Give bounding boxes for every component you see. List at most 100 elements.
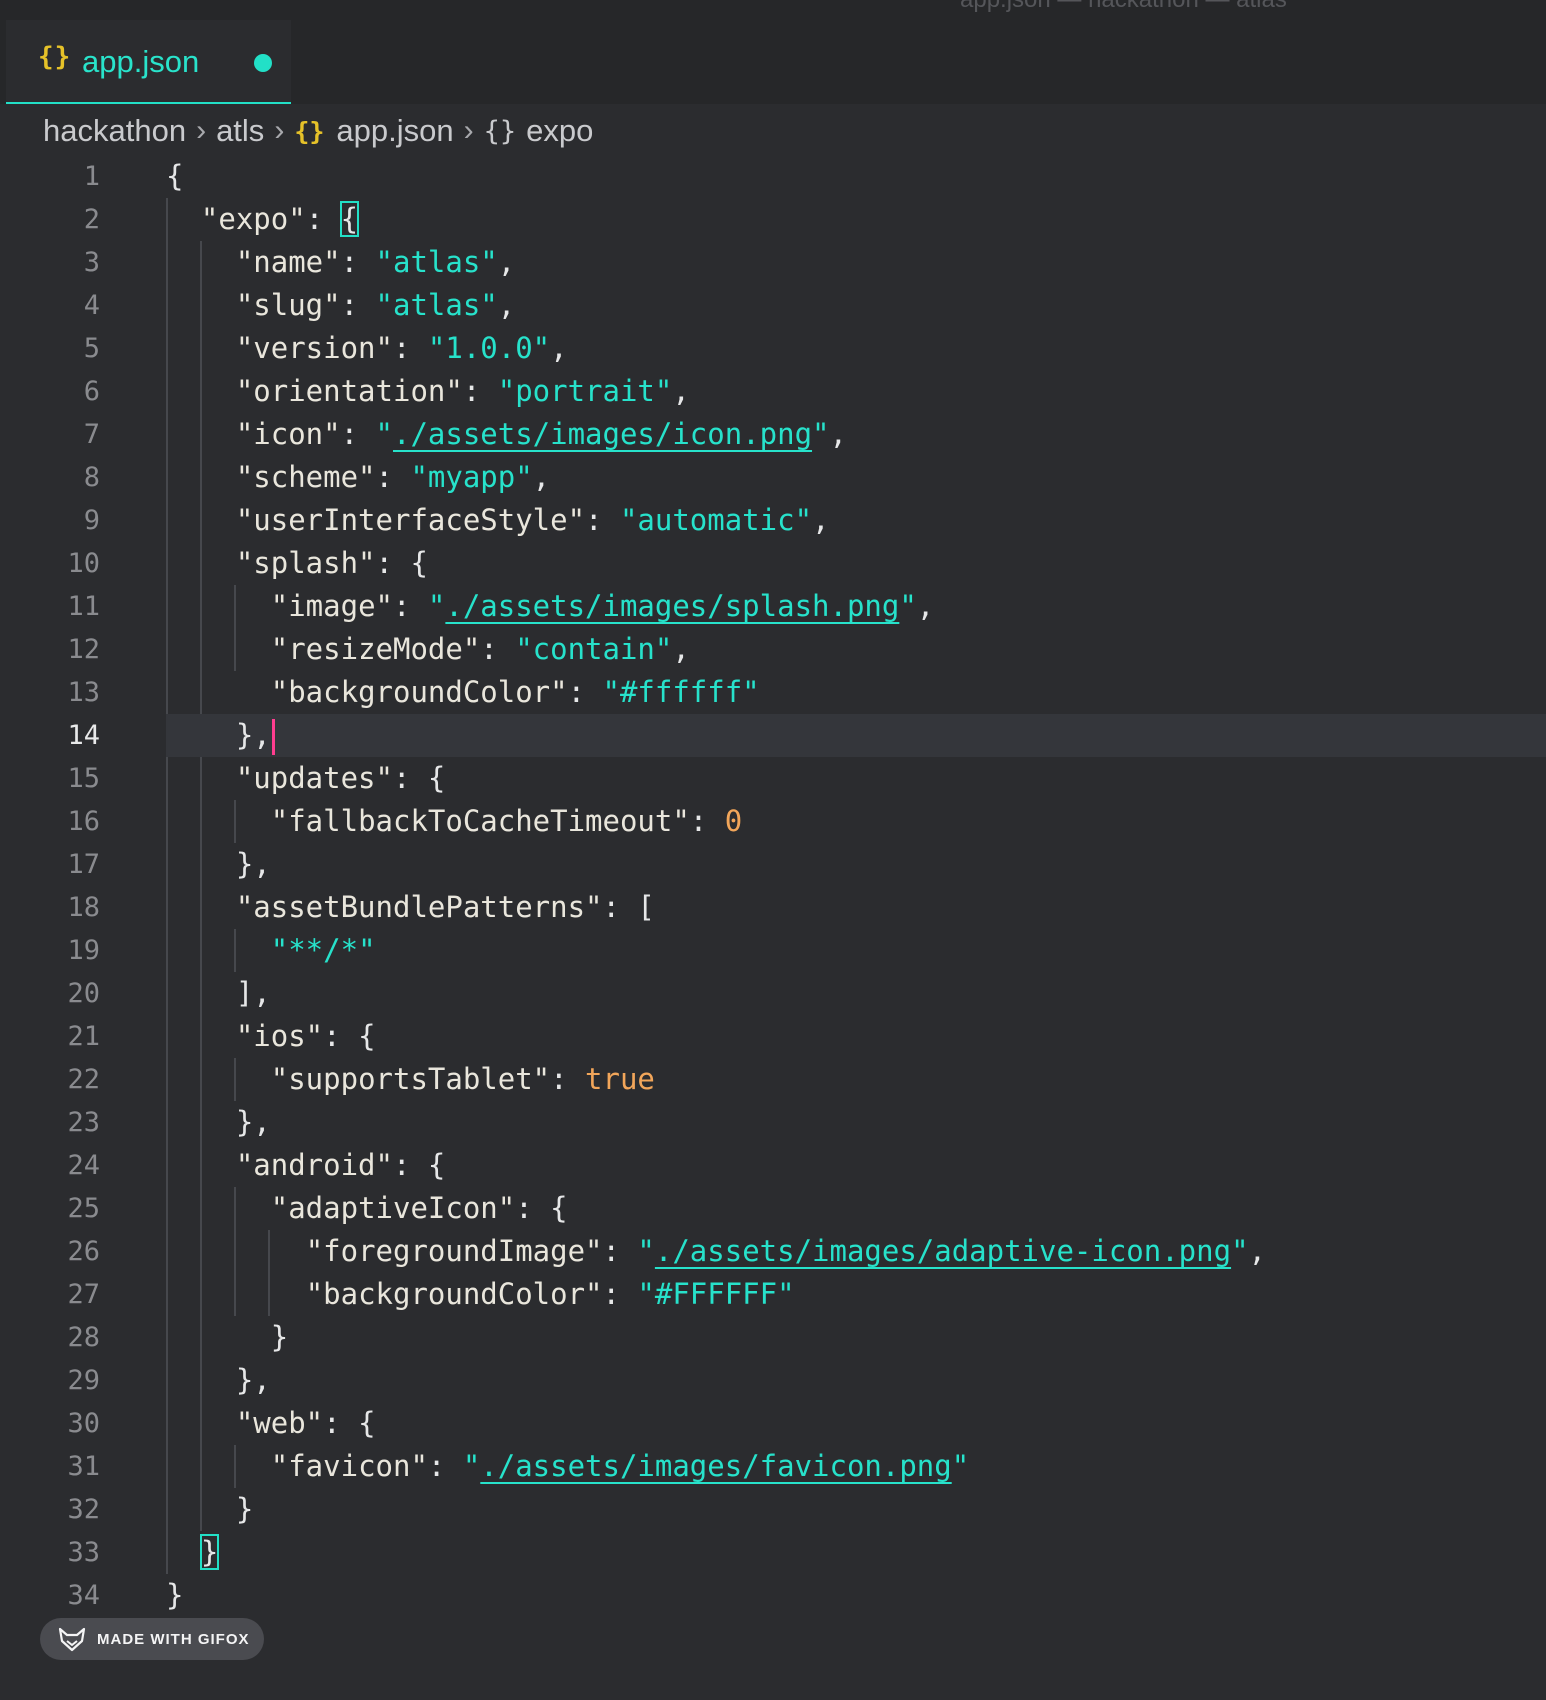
json-braces-icon: {} bbox=[294, 116, 325, 146]
code-line[interactable]: "favicon": "./assets/images/favicon.png" bbox=[166, 1445, 969, 1488]
code-line[interactable]: { bbox=[166, 155, 183, 198]
code-line[interactable]: } bbox=[166, 1316, 288, 1359]
file-path-link[interactable]: ./assets/images/splash.png bbox=[445, 589, 899, 623]
json-key: "name" bbox=[235, 245, 341, 279]
code-line[interactable]: } bbox=[166, 1488, 253, 1531]
line-number: 8 bbox=[83, 462, 100, 493]
code-line[interactable]: "backgroundColor": "#FFFFFF" bbox=[166, 1273, 795, 1316]
line-number: 29 bbox=[67, 1365, 100, 1396]
breadcrumb-item-atls[interactable]: atls bbox=[216, 113, 264, 149]
text-cursor bbox=[271, 719, 275, 755]
code-line[interactable]: "resizeMode": "contain", bbox=[166, 628, 690, 671]
line-number: 9 bbox=[83, 505, 100, 536]
json-key: "resizeMode" bbox=[270, 632, 481, 666]
code-line[interactable]: "name": "atlas", bbox=[166, 241, 515, 284]
json-key: "adaptiveIcon" bbox=[270, 1191, 516, 1225]
line-number: 12 bbox=[67, 634, 100, 665]
code-line[interactable]: "icon": "./assets/images/icon.png", bbox=[166, 413, 847, 456]
json-key: "splash" bbox=[235, 546, 376, 580]
code-line[interactable]: "expo": { bbox=[166, 198, 360, 241]
code-line[interactable]: "slug": "atlas", bbox=[166, 284, 515, 327]
line-number-active: 14 bbox=[67, 720, 100, 751]
json-key: "foregroundImage" bbox=[305, 1234, 603, 1268]
json-boolean: true bbox=[585, 1062, 655, 1096]
json-punct: }, bbox=[235, 718, 271, 752]
line-number: 17 bbox=[67, 849, 100, 880]
line-number: 11 bbox=[67, 591, 100, 622]
code-line[interactable]: "image": "./assets/images/splash.png", bbox=[166, 585, 935, 628]
chevron-right-icon: › bbox=[274, 114, 285, 147]
json-key: "scheme" bbox=[235, 460, 376, 494]
json-key: "fallbackToCacheTimeout" bbox=[270, 804, 690, 838]
bracket-match: { bbox=[339, 201, 360, 237]
json-key: "web" bbox=[235, 1406, 324, 1440]
line-number: 27 bbox=[67, 1279, 100, 1310]
title-bar: app.json — hackathon — atlas bbox=[0, 0, 1546, 20]
editor-window: app.json — hackathon — atlas {} app.json… bbox=[0, 0, 1546, 1700]
code-line[interactable]: "userInterfaceStyle": "automatic", bbox=[166, 499, 830, 542]
file-path-link[interactable]: ./assets/images/adaptive-icon.png bbox=[655, 1234, 1231, 1268]
json-punct: : bbox=[305, 202, 341, 236]
code-line[interactable]: "splash": { bbox=[166, 542, 428, 585]
json-punct: { bbox=[166, 159, 184, 193]
json-key: "favicon" bbox=[270, 1449, 428, 1483]
unsaved-dot-icon[interactable] bbox=[254, 54, 272, 72]
json-key: "version" bbox=[235, 331, 393, 365]
code-line[interactable]: "supportsTablet": true bbox=[166, 1058, 655, 1101]
code-line[interactable]: }, bbox=[166, 843, 271, 886]
code-line[interactable]: }, bbox=[166, 1359, 271, 1402]
bracket-match: } bbox=[199, 1534, 220, 1570]
tab-label: app.json bbox=[82, 44, 200, 79]
code-line[interactable]: "scheme": "myapp", bbox=[166, 456, 550, 499]
code-line[interactable]: }, bbox=[166, 1101, 271, 1144]
json-string: "atlas" bbox=[375, 245, 498, 279]
json-number: 0 bbox=[724, 804, 743, 838]
line-number: 25 bbox=[67, 1193, 100, 1224]
breadcrumb: hackathon › atls › {} app.json › {} expo bbox=[43, 108, 593, 154]
code-line[interactable]: } bbox=[166, 1574, 183, 1617]
chevron-right-icon: › bbox=[463, 114, 474, 147]
code-line[interactable]: "ios": { bbox=[166, 1015, 376, 1058]
json-punct: ], bbox=[235, 976, 271, 1010]
gifox-badge: MADE WITH GIFOX bbox=[40, 1618, 264, 1660]
code-line[interactable]: "**/*" bbox=[166, 929, 376, 972]
file-path-link[interactable]: ./assets/images/icon.png bbox=[393, 417, 812, 451]
json-key: "assetBundlePatterns" bbox=[235, 890, 603, 924]
breadcrumb-item-app-json[interactable]: app.json bbox=[336, 113, 453, 149]
line-number: 5 bbox=[83, 333, 100, 364]
code-line[interactable]: "assetBundlePatterns": [ bbox=[166, 886, 655, 929]
code-line-active[interactable]: }, bbox=[166, 714, 275, 757]
tab-app-json[interactable]: {} app.json bbox=[6, 20, 291, 104]
line-number: 20 bbox=[67, 978, 100, 1009]
code-line[interactable]: "android": { bbox=[166, 1144, 446, 1187]
json-key: "backgroundColor" bbox=[270, 675, 568, 709]
json-punct: }, bbox=[235, 1105, 271, 1139]
code-line[interactable]: ], bbox=[166, 972, 271, 1015]
line-number: 23 bbox=[67, 1107, 100, 1138]
line-number: 4 bbox=[83, 290, 100, 321]
chevron-right-icon: › bbox=[196, 114, 207, 147]
code-line[interactable]: } bbox=[166, 1531, 220, 1574]
code-line[interactable]: "updates": { bbox=[166, 757, 446, 800]
line-number: 2 bbox=[83, 204, 100, 235]
code-line[interactable]: "fallbackToCacheTimeout": 0 bbox=[166, 800, 742, 843]
breadcrumb-item-hackathon[interactable]: hackathon bbox=[43, 113, 186, 149]
breadcrumb-item-expo[interactable]: expo bbox=[526, 113, 593, 149]
code-line[interactable]: "backgroundColor": "#ffffff" bbox=[166, 671, 760, 714]
code-line[interactable]: "foregroundImage": "./assets/images/adap… bbox=[166, 1230, 1266, 1273]
json-string: "**/*" bbox=[270, 933, 376, 967]
current-line-highlight bbox=[166, 714, 1546, 757]
code-line[interactable]: "version": "1.0.0", bbox=[166, 327, 568, 370]
line-number: 10 bbox=[67, 548, 100, 579]
window-title: app.json — hackathon — atlas bbox=[960, 0, 1287, 14]
file-path-link[interactable]: ./assets/images/favicon.png bbox=[480, 1449, 951, 1483]
json-punct: [ bbox=[637, 890, 655, 924]
code-line[interactable]: "adaptiveIcon": { bbox=[166, 1187, 568, 1230]
line-number: 21 bbox=[67, 1021, 100, 1052]
json-key: "icon" bbox=[235, 417, 341, 451]
fox-icon bbox=[58, 1627, 86, 1652]
json-string: "#ffffff" bbox=[602, 675, 760, 709]
code-line[interactable]: "orientation": "portrait", bbox=[166, 370, 690, 413]
code-editor[interactable]: 1 2 3 4 5 6 7 8 9 10 11 12 13 14 15 16 1… bbox=[0, 155, 1546, 1612]
code-line[interactable]: "web": { bbox=[166, 1402, 376, 1445]
